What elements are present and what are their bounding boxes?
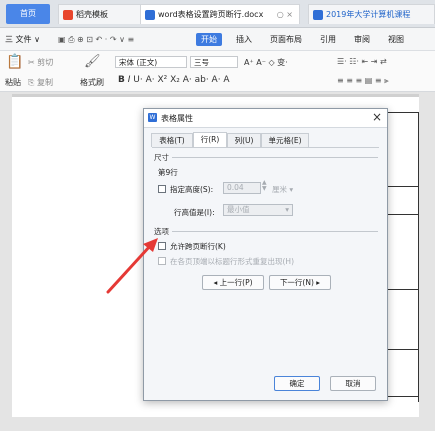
red-arrow-annotation — [106, 238, 158, 294]
arrow-shaft — [106, 244, 152, 294]
